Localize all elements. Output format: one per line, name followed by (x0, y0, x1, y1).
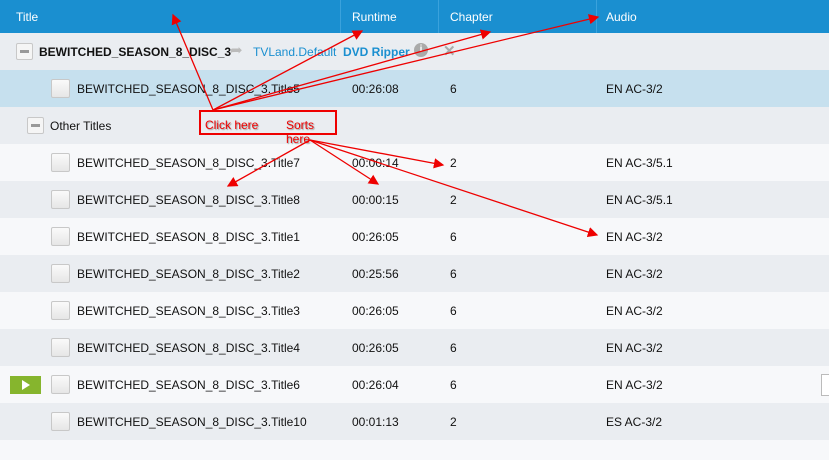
annotation-arrows (171, 13, 600, 238)
